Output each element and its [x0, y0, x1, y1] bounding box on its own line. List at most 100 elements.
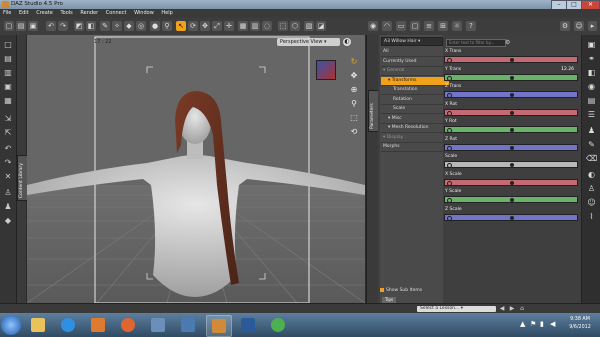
parameter-slider[interactable]: [444, 213, 578, 221]
taskbar-app-library[interactable]: [26, 315, 50, 335]
parameter-slider[interactable]: [444, 126, 578, 133]
parameter-slider[interactable]: [444, 56, 578, 63]
viewport-options-icon[interactable]: ◐: [343, 38, 351, 46]
parameter-slider[interactable]: [444, 91, 578, 98]
parameter-settings-icon[interactable]: [447, 93, 452, 98]
pan-icon[interactable]: ✥: [349, 71, 359, 81]
link-icon[interactable]: ⚭: [586, 53, 597, 64]
slider-knob[interactable]: [510, 145, 514, 150]
pointer-tool-icon[interactable]: ↖: [176, 21, 186, 31]
save-file-icon[interactable]: ▣: [3, 82, 13, 92]
parameter-slider[interactable]: [444, 196, 578, 203]
start-button[interactable]: [1, 315, 21, 335]
scene-icon[interactable]: ⊞: [438, 21, 448, 31]
undo-icon[interactable]: ↶: [46, 21, 56, 31]
brush-right-icon[interactable]: ⌫: [586, 153, 597, 164]
surface-icon[interactable]: ◆: [124, 21, 134, 31]
settings-icon[interactable]: ⚙: [560, 21, 570, 31]
clock[interactable]: 9:38 AM 9/6/2012: [562, 316, 598, 334]
snapshot-icon[interactable]: ▭: [396, 21, 406, 31]
tree-item[interactable]: ▾ General: [381, 67, 444, 76]
camera-tool-icon[interactable]: ◎: [136, 21, 146, 31]
menu-file[interactable]: File: [0, 9, 14, 18]
node-icon[interactable]: ●: [150, 21, 160, 31]
taskbar-app-reader[interactable]: [146, 315, 170, 335]
open-file-icon[interactable]: ▤: [3, 54, 13, 64]
lights-icon[interactable]: ☼: [452, 21, 462, 31]
menu-connect[interactable]: Connect: [103, 9, 130, 18]
folder-icon[interactable]: ▤: [586, 95, 597, 106]
view-cube[interactable]: [316, 60, 336, 80]
help-icon[interactable]: ?: [466, 21, 476, 31]
slider-knob[interactable]: [510, 93, 514, 97]
figure-right-icon[interactable]: ☺: [586, 197, 597, 208]
lesson-prev-icon[interactable]: ◀: [498, 305, 506, 313]
slider-knob[interactable]: [510, 180, 514, 185]
list-icon[interactable]: ☰: [586, 109, 597, 120]
timeline-icon[interactable]: ≡: [424, 21, 434, 31]
open-icon[interactable]: ▤: [16, 21, 26, 31]
orbit-icon[interactable]: ↻: [349, 57, 359, 67]
parameter-settings-icon[interactable]: [447, 128, 452, 133]
taskbar-app-photoshop[interactable]: [236, 315, 260, 335]
taskbar-app-chrome[interactable]: [266, 315, 290, 335]
save-as-icon[interactable]: ▦: [3, 96, 13, 106]
new-icon[interactable]: □: [3, 40, 13, 50]
lesson-home-icon[interactable]: ⌂: [518, 305, 526, 313]
tree-item[interactable]: All: [381, 48, 444, 57]
parameter-settings-icon[interactable]: [447, 180, 452, 186]
render-settings-icon[interactable]: ◧: [86, 21, 96, 31]
region-icon[interactable]: ▥: [250, 21, 260, 31]
taskbar-app-media-player[interactable]: [86, 315, 110, 335]
parameter-slider[interactable]: [444, 178, 578, 186]
tree-item[interactable]: Morphs: [381, 143, 444, 152]
tree-item[interactable]: ▾ Display: [381, 134, 444, 143]
slider-knob[interactable]: [510, 163, 514, 167]
parameter-settings-icon[interactable]: [447, 145, 452, 151]
figure-left-icon[interactable]: ♙: [3, 188, 13, 198]
figure-icon[interactable]: ⚲: [162, 21, 172, 31]
joint-editor-icon[interactable]: ✧: [112, 21, 122, 31]
parameter-settings-icon[interactable]: [447, 163, 452, 168]
zoom-icon[interactable]: ⚲: [349, 99, 359, 109]
volume-icon[interactable]: ◀: [550, 320, 555, 328]
taskbar-app-internet-explorer[interactable]: [56, 315, 80, 335]
redo-icon[interactable]: ↷: [58, 21, 68, 31]
menu-help[interactable]: Help: [158, 9, 175, 18]
parameter-slider[interactable]: [444, 161, 578, 168]
menu-tools[interactable]: Tools: [57, 9, 75, 18]
figure-setup-icon[interactable]: ◪: [316, 21, 326, 31]
camera-icon[interactable]: ◉: [368, 21, 378, 31]
tree-item[interactable]: ▾ Misc: [381, 115, 449, 124]
undo-left-icon[interactable]: ↶: [3, 144, 13, 154]
lock-icon[interactable]: ▣: [586, 39, 597, 50]
hair-icon[interactable]: ⌇: [586, 211, 597, 222]
layout-icon[interactable]: ▧: [304, 21, 314, 31]
parameter-value[interactable]: 12.26: [561, 67, 574, 72]
import-icon[interactable]: ⇲: [3, 114, 13, 124]
universal-tool-icon[interactable]: ✛: [224, 21, 234, 31]
rotate-tool-icon[interactable]: ⟳: [188, 21, 198, 31]
signal-icon[interactable]: ▮: [540, 320, 544, 328]
viewport[interactable]: 17 : 22 Perspective View ▾ ◐ ↻ ✥ ⊕ ⚲ ⬚ ⟲: [27, 35, 365, 303]
slider-knob[interactable]: [510, 75, 514, 80]
material-icon[interactable]: ◐: [586, 169, 597, 180]
scale-tool-icon[interactable]: ⤢: [212, 21, 222, 31]
menu-create[interactable]: Create: [33, 9, 56, 18]
lesson-next-icon[interactable]: ▶: [508, 305, 516, 313]
translate-tool-icon[interactable]: ✥: [200, 21, 210, 31]
merge-icon[interactable]: ▥: [3, 68, 13, 78]
node-select[interactable]: A3 Willow Hair ▾: [381, 37, 443, 46]
parameter-settings-icon[interactable]: [447, 215, 452, 221]
brush-icon[interactable]: ✎: [100, 21, 110, 31]
panel-toggle-icon[interactable]: ▸: [588, 21, 597, 31]
pose-icon[interactable]: ♟: [3, 202, 13, 212]
taskbar-app-task-manager[interactable]: [176, 315, 200, 335]
smart-content-icon[interactable]: ◧: [586, 67, 597, 78]
transform-icon[interactable]: ⬚: [278, 21, 288, 31]
lesson-select[interactable]: Select a Lesson... ▾: [417, 306, 496, 312]
filter-input[interactable]: Enter text to filter by...: [446, 39, 506, 47]
export-icon[interactable]: ⇱: [3, 128, 13, 138]
frame-icon[interactable]: ⬚: [349, 113, 359, 123]
grid-icon[interactable]: ▦: [238, 21, 248, 31]
